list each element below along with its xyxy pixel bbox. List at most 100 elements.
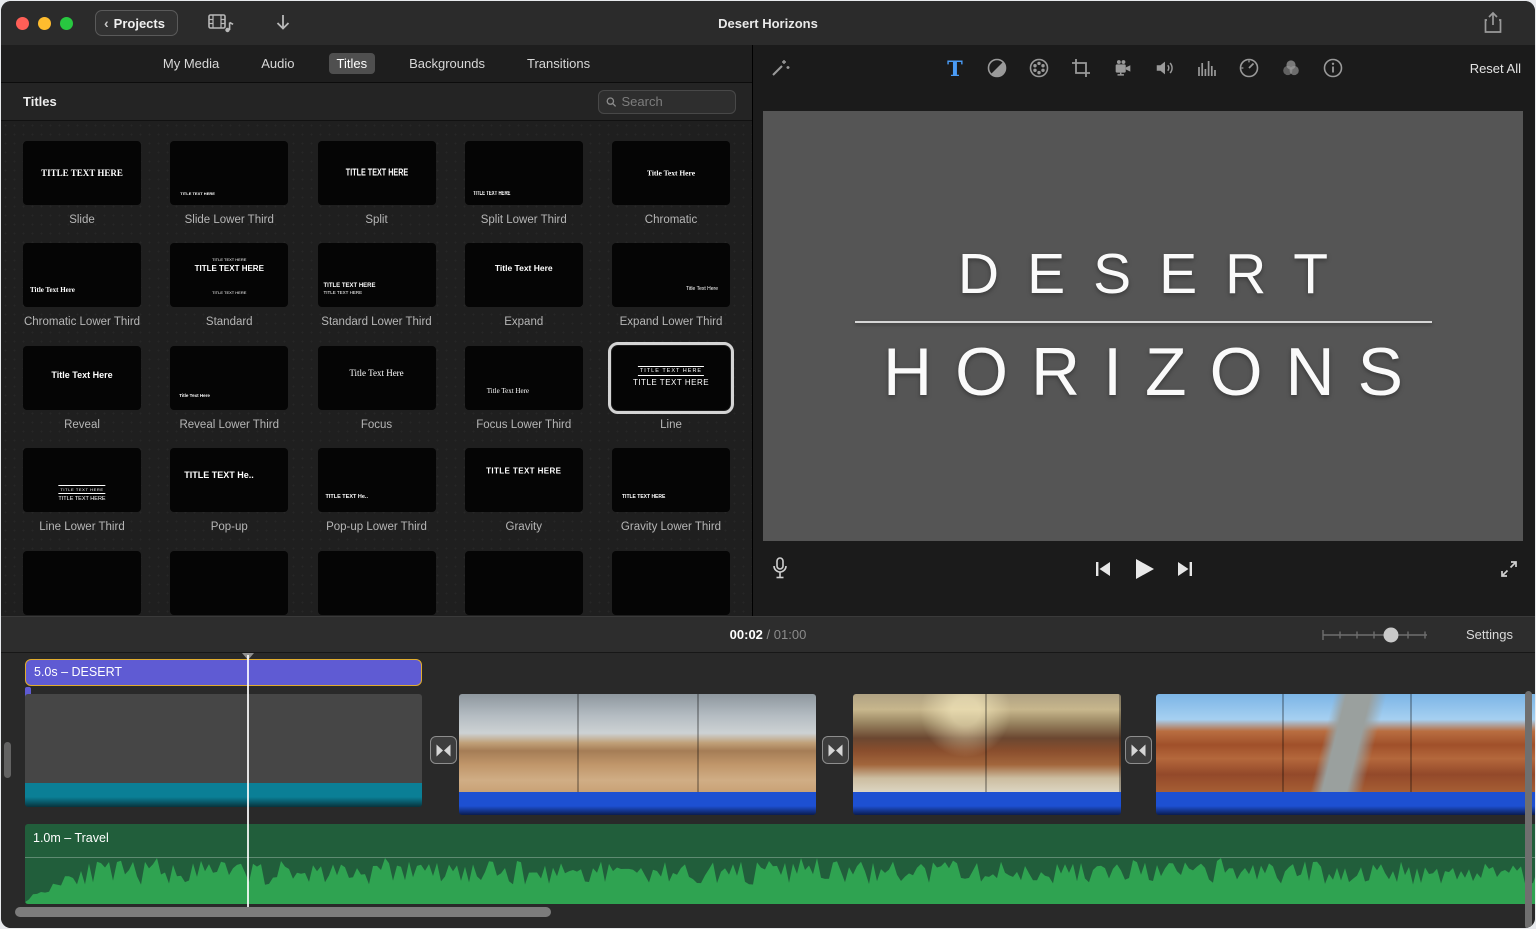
title-thumbnail[interactable]: TITLE TEXT HERE <box>170 141 288 205</box>
title-style-partial[interactable] <box>465 551 583 617</box>
title-thumbnail[interactable]: TITLE TEXT HERETITLE TEXT HERE <box>612 346 730 410</box>
title-thumbnail[interactable]: TITLE TEXT He.. <box>318 448 436 512</box>
title-thumbnail[interactable]: Title Text Here <box>612 141 730 205</box>
color-balance-icon[interactable] <box>986 57 1008 79</box>
timeline[interactable]: 5.0s – DESERT <box>1 653 1535 928</box>
title-style-focus-lower-third[interactable]: Title Text HereFocus Lower Third <box>465 346 583 432</box>
transition-icon[interactable] <box>822 736 849 764</box>
title-style-focus[interactable]: Title Text HereFocus <box>318 346 436 432</box>
title-style-partial[interactable] <box>170 551 288 617</box>
title-style-reveal[interactable]: Title Text HereReveal <box>23 346 141 432</box>
title-style-chromatic-lower-third[interactable]: Title Text HereChromatic Lower Third <box>23 243 141 329</box>
title-style-line[interactable]: TITLE TEXT HERETITLE TEXT HERELine <box>612 346 730 432</box>
playhead[interactable] <box>247 655 249 907</box>
transition-icon[interactable] <box>1125 736 1152 764</box>
title-thumbnail[interactable]: Title Text Here <box>23 243 141 307</box>
timeline-zoom-slider[interactable] <box>1319 625 1431 645</box>
title-thumbnail[interactable] <box>612 551 730 615</box>
equalizer-bars-icon[interactable] <box>1196 57 1218 79</box>
transition-icon[interactable] <box>430 736 457 764</box>
timeline-left-scroll-handle[interactable] <box>4 742 11 778</box>
title-style-partial[interactable] <box>612 551 730 617</box>
timeline-settings-button[interactable]: Settings <box>1466 627 1513 642</box>
tab-my-media[interactable]: My Media <box>155 53 227 74</box>
skip-to-start-button[interactable] <box>1093 559 1113 579</box>
title-style-slide-lower-third[interactable]: TITLE TEXT HERE Slide Lower Third <box>170 141 288 227</box>
preview-viewer[interactable]: DESERT HORIZONS <box>763 111 1523 541</box>
timeline-clip-desert-road[interactable] <box>1156 694 1535 815</box>
title-style-slide[interactable]: TITLE TEXT HERESlide <box>23 141 141 227</box>
title-style-gravity-lower-third[interactable]: TITLE TEXT HEREGravity Lower Third <box>612 448 730 534</box>
timeline-title-clip[interactable]: 5.0s – DESERT <box>25 659 422 686</box>
title-thumbnail[interactable]: TITLE TEXT HERETITLE TEXT HERE <box>318 243 436 307</box>
info-icon[interactable] <box>1322 57 1344 79</box>
title-thumbnail[interactable]: Title Text Here <box>170 346 288 410</box>
title-thumbnail[interactable] <box>465 551 583 615</box>
timeline-clip-background[interactable] <box>25 694 422 807</box>
stabilization-camera-icon[interactable] <box>1112 57 1134 79</box>
tab-transitions[interactable]: Transitions <box>519 53 598 74</box>
skip-to-end-button[interactable] <box>1175 559 1195 579</box>
search-field[interactable] <box>598 90 736 114</box>
timeline-music-clip[interactable]: 1.0m – Travel <box>25 824 1535 904</box>
import-media-button[interactable] <box>208 13 234 33</box>
tab-backgrounds[interactable]: Backgrounds <box>401 53 493 74</box>
title-thumbnail[interactable]: TITLE TEXT HERETITLE TEXT HERE <box>23 448 141 512</box>
title-style-partial[interactable] <box>23 551 141 617</box>
timeline-clip-desert-sunset[interactable] <box>853 694 1121 815</box>
filters-circles-icon[interactable] <box>1280 57 1302 79</box>
timeline-vertical-scrollbar[interactable] <box>1525 691 1532 928</box>
color-wheel-icon[interactable] <box>1028 57 1050 79</box>
title-style-expand[interactable]: Title Text HereExpand <box>465 243 583 329</box>
title-thumbnail[interactable]: TITLE TEXT HERE <box>612 448 730 512</box>
enhance-wand-icon[interactable] <box>769 57 791 79</box>
download-button[interactable] <box>274 13 292 33</box>
title-style-standard[interactable]: TITLE TEXT HERETITLE TEXT HERETITLE TEXT… <box>170 243 288 329</box>
title-thumbnail[interactable]: Title Text Here <box>318 346 436 410</box>
title-thumbnail[interactable]: TITLE TEXT HERETITLE TEXT HERETITLE TEXT… <box>170 243 288 307</box>
title-style-chromatic[interactable]: Title Text HereChromatic <box>612 141 730 227</box>
timeline-clip-desert-rocks[interactable] <box>459 694 816 815</box>
title-style-standard-lower-third[interactable]: TITLE TEXT HERETITLE TEXT HEREStandard L… <box>318 243 436 329</box>
title-thumbnail[interactable]: TITLE TEXT HERE <box>465 448 583 512</box>
zoom-slider-thumb[interactable] <box>1384 628 1399 643</box>
title-style-reveal-lower-third[interactable]: Title Text HereReveal Lower Third <box>170 346 288 432</box>
title-thumbnail[interactable]: TITLE TEXT He.. <box>170 448 288 512</box>
title-thumbnail[interactable] <box>170 551 288 615</box>
title-style-split[interactable]: TITLE TEXT HERESplit <box>318 141 436 227</box>
title-style-line-lower-third[interactable]: TITLE TEXT HERETITLE TEXT HERELine Lower… <box>23 448 141 534</box>
play-button[interactable] <box>1131 556 1157 582</box>
title-style-gravity[interactable]: TITLE TEXT HEREGravity <box>465 448 583 534</box>
minimize-window-button[interactable] <box>38 17 51 30</box>
share-button[interactable] <box>1483 11 1503 35</box>
title-thumbnail[interactable]: Title Text Here <box>465 346 583 410</box>
crop-icon[interactable] <box>1070 57 1092 79</box>
title-thumbnail[interactable]: Title Text Here <box>465 243 583 307</box>
tab-audio[interactable]: Audio <box>253 53 302 74</box>
speed-gauge-icon[interactable] <box>1238 57 1260 79</box>
titles-text-icon[interactable]: T <box>944 57 966 79</box>
fullscreen-button[interactable] <box>1499 559 1519 579</box>
timeline-horizontal-scrollbar[interactable] <box>15 907 551 917</box>
title-style-pop-up[interactable]: TITLE TEXT He..Pop-up <box>170 448 288 534</box>
volume-speaker-icon[interactable] <box>1154 57 1176 79</box>
back-to-projects-button[interactable]: ‹ Projects <box>95 10 178 36</box>
title-label: Slide Lower Third <box>170 213 288 227</box>
tab-titles[interactable]: Titles <box>329 53 376 74</box>
title-thumbnail[interactable] <box>318 551 436 615</box>
title-thumbnail[interactable]: Title Text Here <box>23 346 141 410</box>
title-thumbnail[interactable]: TITLE TEXT HERE <box>23 141 141 205</box>
reset-all-button[interactable]: Reset All <box>1470 61 1521 76</box>
title-style-split-lower-third[interactable]: TITLE TEXT HERESplit Lower Third <box>465 141 583 227</box>
zoom-window-button[interactable] <box>60 17 73 30</box>
title-thumbnail[interactable]: Title Text Here <box>612 243 730 307</box>
search-input[interactable] <box>621 94 728 109</box>
title-thumbnail[interactable]: TITLE TEXT HERE <box>465 141 583 205</box>
close-window-button[interactable] <box>16 17 29 30</box>
title-style-pop-up-lower-third[interactable]: TITLE TEXT He..Pop-up Lower Third <box>318 448 436 534</box>
voiceover-record-button[interactable] <box>771 556 789 582</box>
title-thumbnail[interactable]: TITLE TEXT HERE <box>318 141 436 205</box>
title-thumbnail[interactable] <box>23 551 141 615</box>
title-style-partial[interactable] <box>318 551 436 617</box>
title-style-expand-lower-third[interactable]: Title Text HereExpand Lower Third <box>612 243 730 329</box>
